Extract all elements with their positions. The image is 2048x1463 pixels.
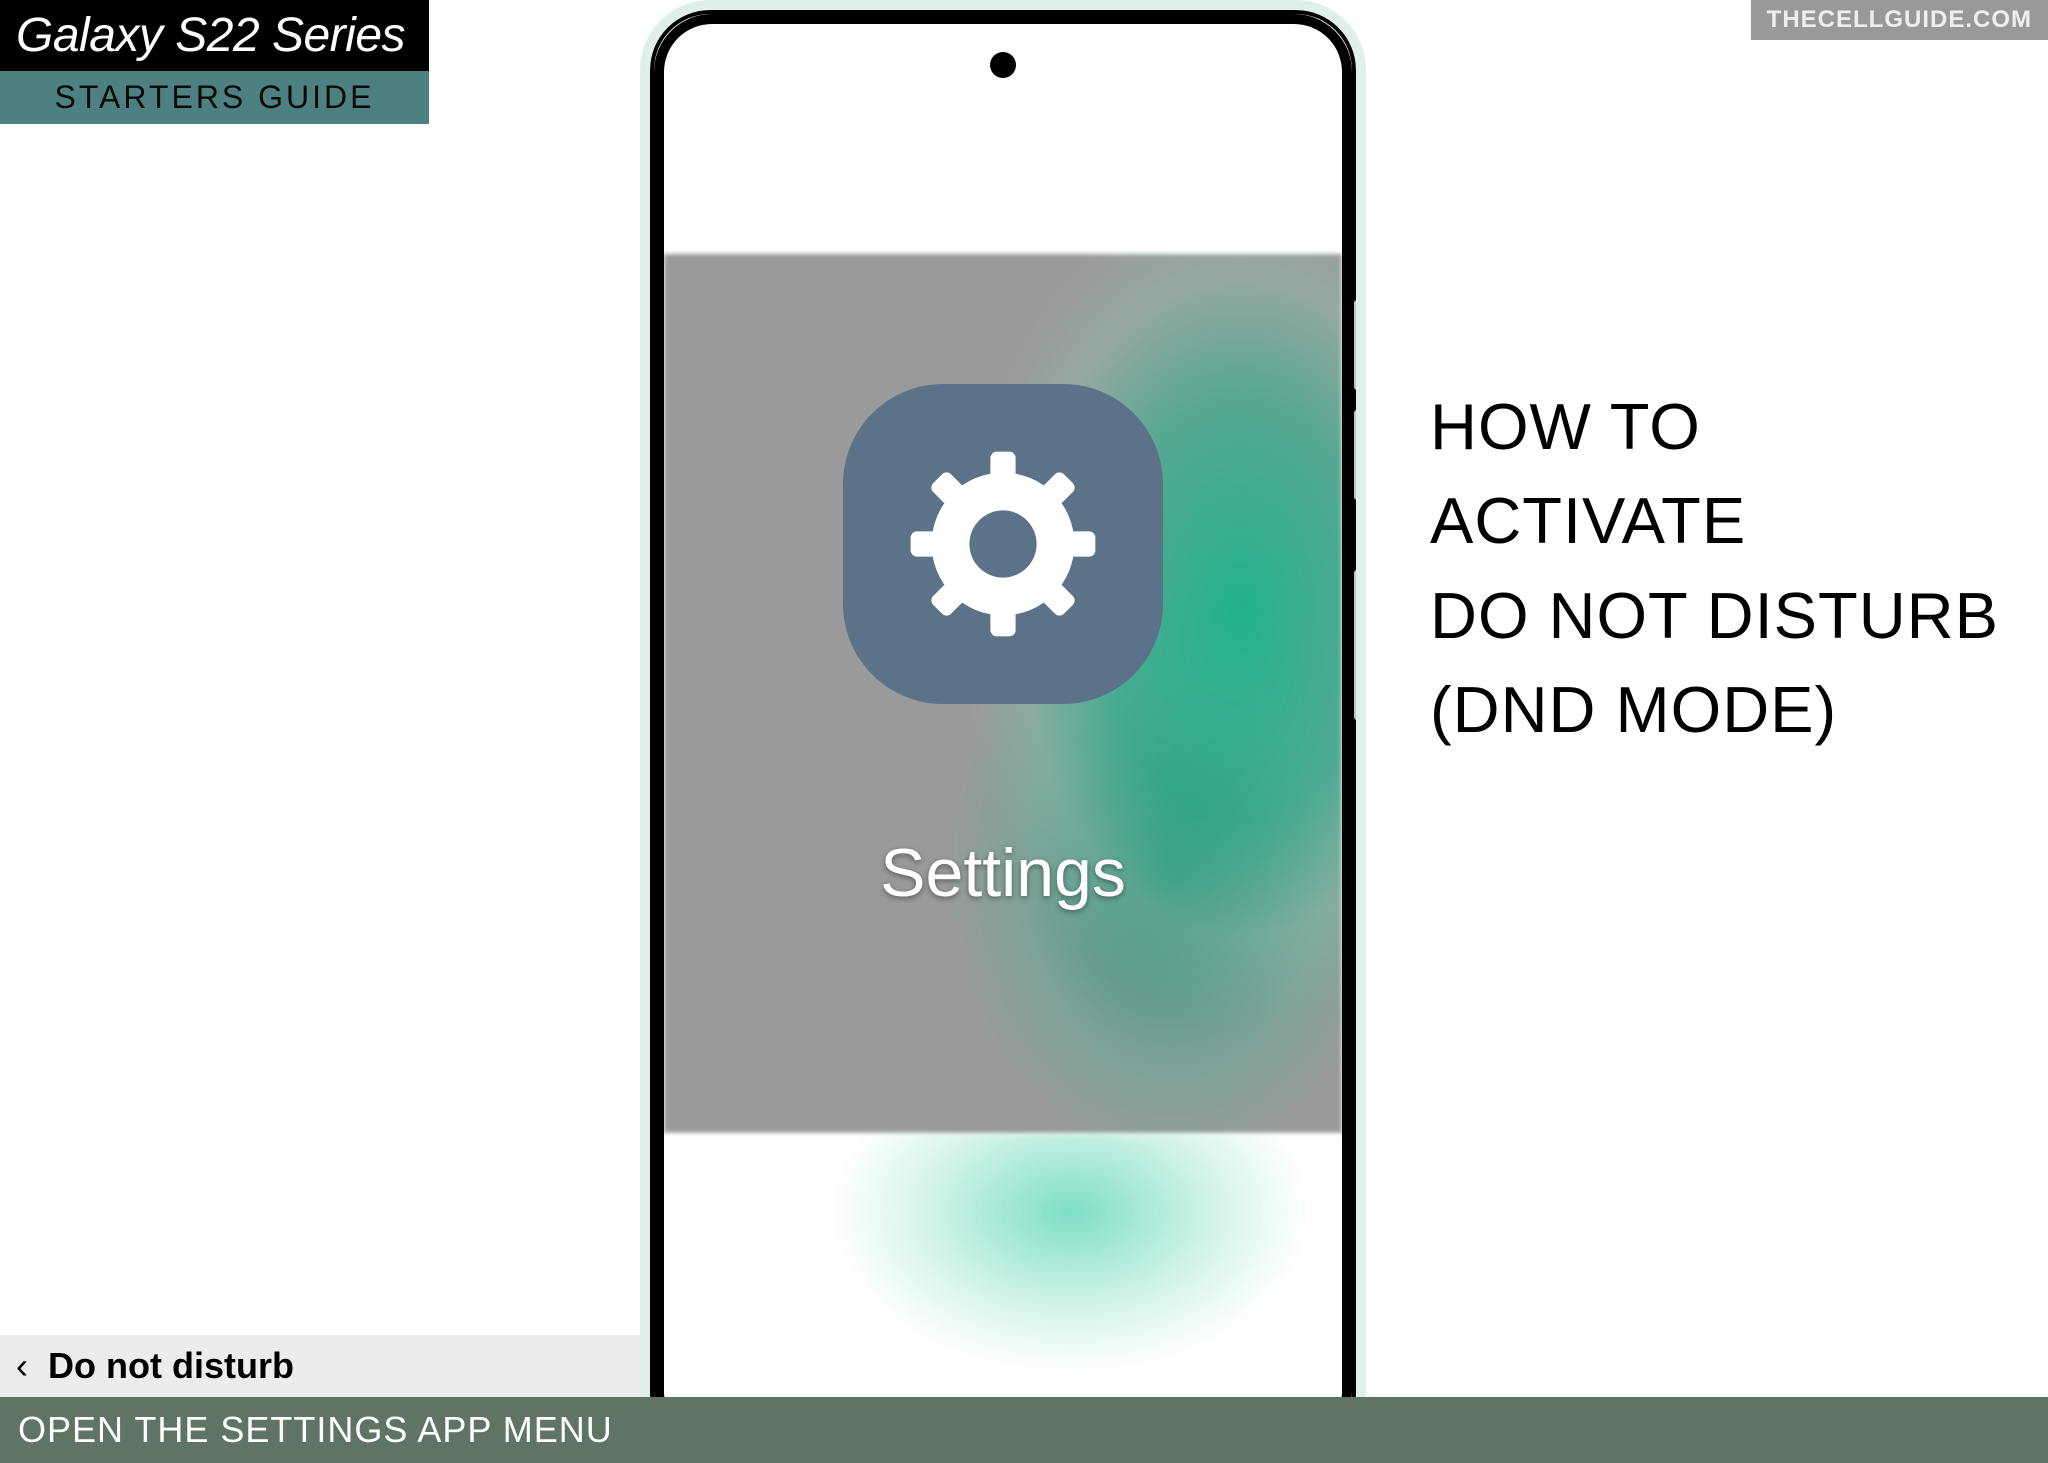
step-caption-bar: OPEN THE SETTINGS APP MENU xyxy=(0,1397,2048,1463)
phone-frame: Settings xyxy=(640,0,1366,1463)
headline-line: HOW TO xyxy=(1430,380,1999,474)
volume-up-button xyxy=(1354,300,1362,390)
settings-app-label: Settings xyxy=(664,834,1342,912)
gear-icon xyxy=(898,439,1108,649)
headline-line: (DND MODE) xyxy=(1430,663,1999,757)
wallpaper-accent xyxy=(664,1134,1342,1394)
chevron-left-icon: ‹ xyxy=(16,1345,28,1387)
site-watermark: THECELLGUIDE.COM xyxy=(1751,0,2048,40)
front-camera-icon xyxy=(990,52,1016,78)
step-caption: OPEN THE SETTINGS APP MENU xyxy=(18,1409,613,1451)
breadcrumb-label: Do not disturb xyxy=(48,1345,294,1387)
series-subtitle: STARTERS GUIDE xyxy=(0,71,429,124)
phone-screen: Settings xyxy=(654,14,1352,1449)
headline-line: ACTIVATE xyxy=(1430,474,1999,568)
guide-headline: HOW TO ACTIVATE DO NOT DISTURB (DND MODE… xyxy=(1430,380,1999,757)
series-title: Galaxy S22 Series xyxy=(0,0,429,71)
power-button xyxy=(1354,570,1362,720)
volume-down-button xyxy=(1354,410,1362,500)
series-badge: Galaxy S22 Series STARTERS GUIDE xyxy=(0,0,429,124)
settings-app-icon[interactable] xyxy=(843,384,1163,704)
breadcrumb[interactable]: ‹ Do not disturb xyxy=(0,1335,640,1397)
headline-line: DO NOT DISTURB xyxy=(1430,569,1999,663)
